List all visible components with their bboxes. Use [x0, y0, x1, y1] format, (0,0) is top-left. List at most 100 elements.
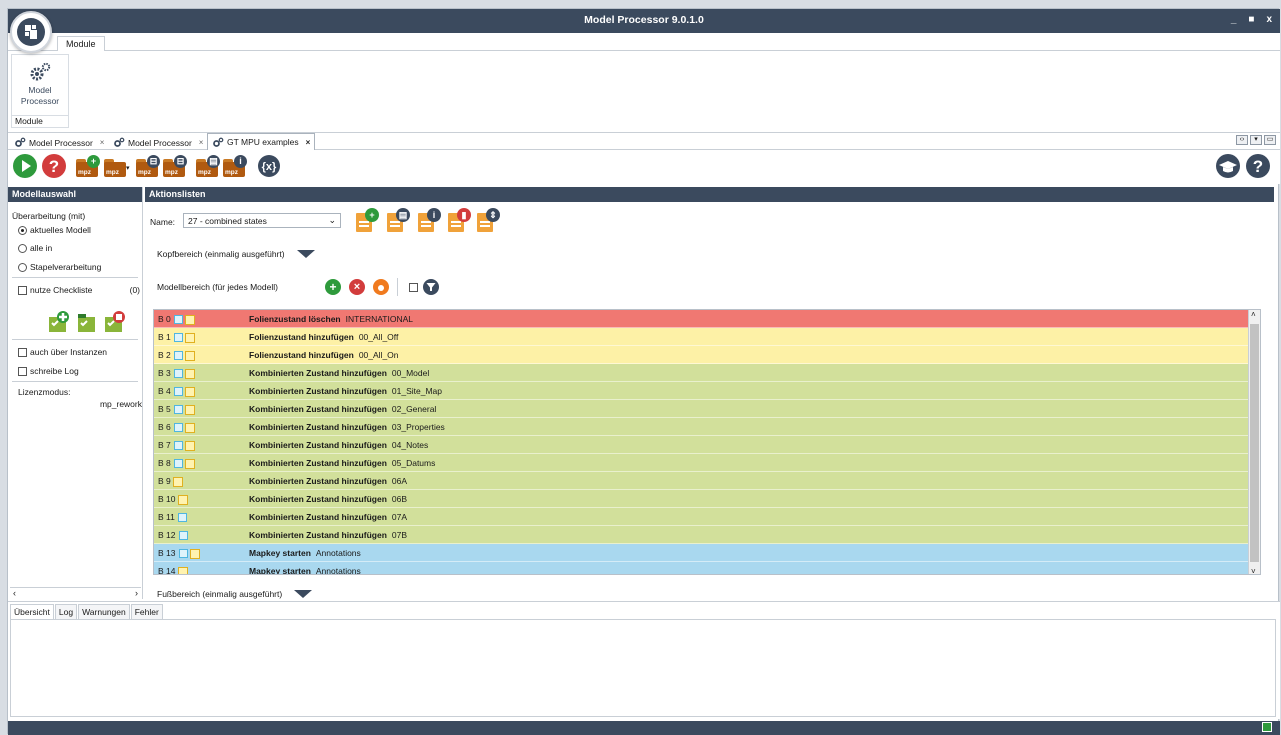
row-id-label: B 0 — [158, 314, 171, 324]
info-mpz-icon[interactable]: mpz i — [223, 155, 247, 178]
open-mpz-icon[interactable]: mpz — [104, 156, 126, 178]
row-id: B 6 — [158, 422, 218, 433]
also-instances-checkbox[interactable]: auch über Instanzen — [18, 347, 107, 357]
gears-icon — [30, 62, 51, 81]
foot-section[interactable]: Fußbereich (einmalig ausgeführt) — [157, 589, 313, 599]
action-list-info-icon[interactable]: i — [418, 208, 441, 232]
tab-warnings[interactable]: Warnungen — [78, 604, 130, 619]
action-list-move-icon[interactable]: ⇕ — [477, 208, 500, 232]
checklist-open-icon[interactable] — [77, 311, 99, 333]
action-list-add-icon[interactable]: + — [356, 208, 379, 232]
add-action-icon[interactable]: + — [325, 279, 341, 295]
status-indicator-icon — [1262, 722, 1272, 732]
option-all-in[interactable]: alle in — [18, 243, 52, 253]
table-row[interactable]: B 13 Mapkey starten Annotations — [154, 544, 1260, 562]
maximize-button[interactable]: ■ — [1248, 14, 1254, 25]
doc-tab-close-icon[interactable]: × — [199, 138, 204, 147]
doc-tab-model-processor-1[interactable]: Model Processor × — [10, 135, 108, 150]
doc-tab-close-icon[interactable]: × — [306, 138, 311, 147]
head-section[interactable]: Kopfbereich (einmalig ausgeführt) — [157, 249, 315, 259]
tab-list-icon[interactable]: ▾ — [1250, 135, 1262, 145]
scroll-down-icon[interactable]: ˅ — [1251, 567, 1256, 574]
save-mpz-icon[interactable]: mpz ⊟ — [136, 155, 160, 178]
filter-icon[interactable] — [423, 279, 439, 295]
table-row[interactable]: B 14 Mapkey starten Annotations — [154, 562, 1260, 574]
run-icon[interactable] — [12, 153, 38, 179]
model-icon — [178, 549, 188, 559]
filter-checkbox[interactable] — [409, 283, 418, 292]
checklist-delete-icon[interactable] — [104, 311, 126, 333]
processing-label: Überarbeitung (mit) — [12, 211, 86, 221]
model-section-label: Modellbereich (für jedes Modell) — [157, 282, 278, 292]
variables-icon[interactable]: {x} — [256, 153, 282, 179]
table-row[interactable]: B 4 Kombinierten Zustand hinzufügen 01_Sit… — [154, 382, 1260, 400]
save-as-mpz-icon[interactable]: mpz ⊟ — [163, 155, 187, 178]
table-row[interactable]: B 7 Kombinierten Zustand hinzufügen 04_Not… — [154, 436, 1260, 454]
tab-log[interactable]: Log — [54, 604, 78, 619]
note-icon — [184, 440, 195, 451]
model-icon — [173, 315, 183, 325]
tab-overview[interactable]: Übersicht — [10, 604, 54, 619]
table-row[interactable]: B 6 Kombinierten Zustand hinzufügen 03_Pro… — [154, 418, 1260, 436]
tab-restore-icon[interactable]: ▭ — [1264, 135, 1276, 145]
row-command-label: Kombinierten Zustand hinzufügen — [249, 368, 387, 378]
doc-tab-gt-mpu-examples[interactable]: GT MPU examples × — [207, 133, 316, 150]
training-icon[interactable] — [1215, 153, 1241, 179]
checkbox-icon — [18, 285, 27, 295]
action-list-name-select[interactable]: 27 - combined states ⌄ — [183, 213, 341, 228]
new-mpz-icon[interactable]: mpz + — [76, 155, 100, 178]
note-icon — [184, 350, 195, 361]
scrollbar-thumb[interactable] — [1250, 324, 1259, 562]
doc-tab-model-processor-2[interactable]: Model Processor × — [109, 135, 207, 150]
table-row[interactable]: B 2 Folienzustand hinzufügen 00_All_On — [154, 346, 1260, 364]
table-row[interactable]: B 1 Folienzustand hinzufügen 00_All_Off — [154, 328, 1260, 346]
minimize-button[interactable]: _ — [1231, 14, 1237, 25]
table-row[interactable]: B 3 Kombinierten Zustand hinzufügen 00_Mod… — [154, 364, 1260, 382]
doc-tab-label: Model Processor — [128, 137, 192, 148]
row-id: B 5 — [158, 404, 218, 415]
row-argument: 04_Notes — [391, 440, 429, 450]
help-icon[interactable]: ? — [1245, 153, 1271, 179]
table-row[interactable]: B 5 Kombinierten Zustand hinzufügen 02_Gen… — [154, 400, 1260, 418]
option-current-model[interactable]: aktuelles Modell — [18, 225, 91, 235]
application-menu-button[interactable] — [10, 11, 52, 53]
window-title: Model Processor 9.0.1.0 — [584, 14, 704, 26]
row-id: B 8 — [158, 458, 218, 469]
disable-action-icon[interactable] — [373, 279, 389, 295]
note-icon — [184, 422, 195, 433]
help-red-icon[interactable]: ? — [41, 153, 67, 179]
row-id-label: B 9 — [158, 476, 171, 486]
tab-errors[interactable]: Fehler — [130, 604, 163, 619]
model-processor-ribbon-button[interactable]: Model Processor — [12, 55, 68, 115]
table-row[interactable]: B 10 Kombinierten Zustand hinzufügen 06B — [154, 490, 1260, 508]
scroll-right-icon[interactable]: › — [135, 588, 138, 598]
left-horizontal-scrollbar[interactable]: ‹ › — [10, 587, 141, 599]
scroll-left-icon[interactable]: ‹ — [13, 588, 16, 598]
scroll-up-icon[interactable]: ˄ — [1251, 310, 1256, 319]
option-batch[interactable]: Stapelverarbeitung — [18, 262, 101, 272]
remove-action-icon[interactable]: × — [349, 279, 365, 295]
table-row[interactable]: B 8 Kombinierten Zustand hinzufügen 05_Dat… — [154, 454, 1260, 472]
action-list-delete-icon[interactable]: ▮ — [448, 208, 471, 232]
tab-scroll-icon[interactable]: ‹› — [1236, 135, 1248, 145]
action-list-print-icon[interactable]: ▤ — [387, 208, 410, 232]
row-argument: 05_Datums — [391, 458, 436, 468]
close-button[interactable]: x — [1266, 14, 1272, 25]
checklist-add-icon[interactable] — [48, 311, 70, 333]
use-checklist-checkbox[interactable]: nutze Checkliste (0) — [18, 285, 140, 295]
actions-vertical-scrollbar[interactable]: ˄ ˅ — [1248, 310, 1260, 574]
expand-triangle-icon[interactable] — [296, 250, 315, 258]
row-command-label: Folienzustand löschen — [249, 314, 341, 324]
table-row[interactable]: B 11 Kombinierten Zustand hinzufügen 07A — [154, 508, 1260, 526]
table-row[interactable]: B 9 Kombinierten Zustand hinzufügen 06A — [154, 472, 1260, 490]
table-row[interactable]: B 12 Kombinierten Zustand hinzufügen 07B — [154, 526, 1260, 544]
write-log-checkbox[interactable]: schreibe Log — [18, 366, 79, 376]
row-id-label: B 7 — [158, 440, 171, 450]
doc-tab-close-icon[interactable]: × — [100, 138, 105, 147]
table-row[interactable]: B 0 Folienzustand löschen INTERNATIONAL — [154, 310, 1260, 328]
chevron-down-icon: ⌄ — [328, 215, 336, 225]
ribbon-tab-module[interactable]: Module — [57, 36, 105, 52]
expand-triangle-icon[interactable] — [294, 590, 313, 598]
open-dropdown-icon[interactable]: ▾ — [126, 164, 130, 172]
print-mpz-icon[interactable]: mpz ▤ — [196, 155, 220, 178]
